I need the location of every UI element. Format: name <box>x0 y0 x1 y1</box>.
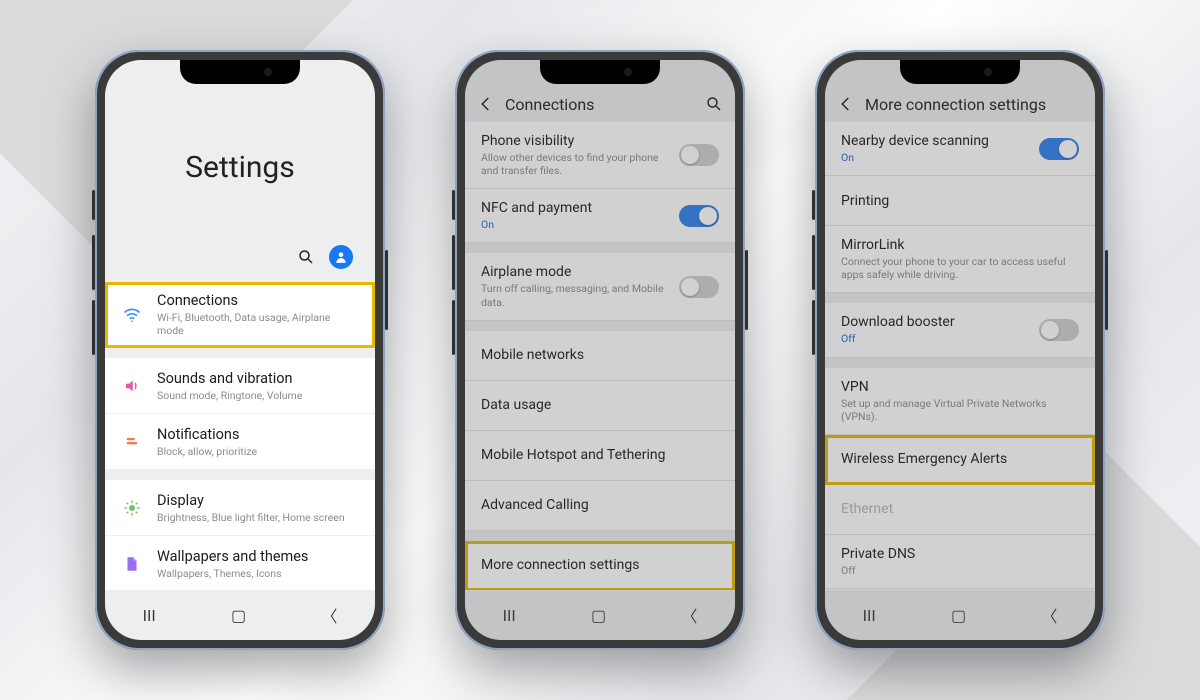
row-subtitle: Allow other devices to find your phone a… <box>481 151 667 177</box>
row-status: Off <box>841 332 1027 345</box>
row-title: Airplane mode <box>481 264 667 280</box>
nav-back[interactable]: 〈 <box>321 603 337 627</box>
tutorial-stage: Settings Connections Wi-Fi, Bluetooth, D <box>0 0 1200 700</box>
row-title: Private DNS <box>841 546 1079 562</box>
wallpapers-icon <box>121 555 143 573</box>
nav-recents[interactable]: II​I <box>143 606 156 625</box>
row-sounds[interactable]: Sounds and vibration Sound mode, Rington… <box>105 358 375 414</box>
display-icon <box>121 499 143 517</box>
row-title: Data usage <box>481 397 719 413</box>
settings-list: Connections Wi-Fi, Bluetooth, Data usage… <box>105 282 375 590</box>
notch <box>900 60 1020 84</box>
row-subtitle: Wi-Fi, Bluetooth, Data usage, Airplane m… <box>157 311 359 337</box>
header-bar: More connection settings <box>825 86 1095 122</box>
row-data-usage[interactable]: Data usage <box>465 381 735 431</box>
row-title: Phone visibility <box>481 133 667 149</box>
nav-recents[interactable]: II​I <box>863 606 876 625</box>
more-connection-list: Nearby device scanning On Printing Mirro… <box>825 122 1095 590</box>
row-title: Nearby device scanning <box>841 133 1027 149</box>
row-status: On <box>481 218 667 231</box>
phone-frame-2: Connections Phone visibility Allow other… <box>455 50 745 650</box>
phone-frame-1: Settings Connections Wi-Fi, Bluetooth, D <box>95 50 385 650</box>
header-title: More connection settings <box>865 95 1046 114</box>
row-nfc[interactable]: NFC and payment On <box>465 189 735 243</box>
row-title: Connections <box>157 292 359 309</box>
phone-frame-3: More connection settings Nearby device s… <box>815 50 1105 650</box>
row-title: VPN <box>841 379 1079 395</box>
row-download-booster[interactable]: Download booster Off <box>825 303 1095 357</box>
row-title: Download booster <box>841 314 1027 330</box>
toggle-phone-visibility[interactable] <box>679 144 719 166</box>
android-navbar: II​I ▢ 〈 <box>825 600 1095 630</box>
page-title: Settings <box>105 150 375 185</box>
row-wireless-emergency-alerts[interactable]: Wireless Emergency Alerts <box>825 435 1095 485</box>
toggle-airplane[interactable] <box>679 276 719 298</box>
row-ethernet: Ethernet <box>825 485 1095 535</box>
row-subtitle: Block, allow, prioritize <box>157 445 359 458</box>
row-airplane[interactable]: Airplane mode Turn off calling, messagin… <box>465 253 735 320</box>
row-status: On <box>841 151 1027 164</box>
row-private-dns[interactable]: Private DNS Off <box>825 535 1095 589</box>
row-more-connection-settings[interactable]: More connection settings <box>465 541 735 590</box>
row-hotspot[interactable]: Mobile Hotspot and Tethering <box>465 431 735 481</box>
row-title: Ethernet <box>841 501 1079 517</box>
nav-recents[interactable]: II​I <box>503 606 516 625</box>
row-phone-visibility[interactable]: Phone visibility Allow other devices to … <box>465 122 735 189</box>
nav-home[interactable]: ▢ <box>591 606 606 625</box>
nav-back[interactable]: 〈 <box>681 603 697 627</box>
row-title: Sounds and vibration <box>157 370 359 387</box>
row-display[interactable]: Display Brightness, Blue light filter, H… <box>105 480 375 536</box>
row-title: Wireless Emergency Alerts <box>841 451 1079 467</box>
toggle-nearby-scanning[interactable] <box>1039 138 1079 160</box>
wifi-icon <box>121 305 143 325</box>
row-printing[interactable]: Printing <box>825 176 1095 226</box>
row-subtitle: Turn off calling, messaging, and Mobile … <box>481 282 667 308</box>
back-icon[interactable] <box>477 95 495 113</box>
row-title: Mobile networks <box>481 347 719 363</box>
nav-back[interactable]: 〈 <box>1041 603 1057 627</box>
row-title: MirrorLink <box>841 237 1079 253</box>
sound-icon <box>121 377 143 395</box>
row-title: Advanced Calling <box>481 497 719 513</box>
row-connections[interactable]: Connections Wi-Fi, Bluetooth, Data usage… <box>105 282 375 348</box>
notifications-icon <box>121 435 143 449</box>
notch <box>180 60 300 84</box>
header-bar: Connections <box>465 86 735 122</box>
row-subtitle: Set up and manage Virtual Private Networ… <box>841 397 1079 423</box>
row-title: Mobile Hotspot and Tethering <box>481 447 719 463</box>
row-subtitle: Brightness, Blue light filter, Home scre… <box>157 511 359 524</box>
android-navbar: II​I ▢ 〈 <box>465 600 735 630</box>
toggle-download-booster[interactable] <box>1039 319 1079 341</box>
row-mirrorlink[interactable]: MirrorLink Connect your phone to your ca… <box>825 226 1095 293</box>
account-avatar[interactable] <box>329 245 353 269</box>
notch <box>540 60 660 84</box>
row-status: Off <box>841 564 1079 577</box>
header-title: Connections <box>505 95 594 114</box>
row-title: More connection settings <box>481 557 719 573</box>
row-title: Display <box>157 492 359 509</box>
row-title: Wallpapers and themes <box>157 548 359 565</box>
row-title: Printing <box>841 193 1079 209</box>
search-icon[interactable] <box>297 248 315 266</box>
toggle-nfc[interactable] <box>679 205 719 227</box>
nav-home[interactable]: ▢ <box>951 606 966 625</box>
nav-home[interactable]: ▢ <box>231 606 246 625</box>
back-icon[interactable] <box>837 95 855 113</box>
row-notifications[interactable]: Notifications Block, allow, prioritize <box>105 414 375 470</box>
row-mobile-networks[interactable]: Mobile networks <box>465 331 735 381</box>
row-subtitle: Wallpapers, Themes, Icons <box>157 567 359 580</box>
row-title: NFC and payment <box>481 200 667 216</box>
row-subtitle: Sound mode, Ringtone, Volume <box>157 389 359 402</box>
android-navbar: II​I ▢ 〈 <box>105 600 375 630</box>
row-title: Notifications <box>157 426 359 443</box>
row-wallpapers[interactable]: Wallpapers and themes Wallpapers, Themes… <box>105 536 375 592</box>
row-advanced-calling[interactable]: Advanced Calling <box>465 481 735 531</box>
connections-list: Phone visibility Allow other devices to … <box>465 122 735 590</box>
row-nearby-scanning[interactable]: Nearby device scanning On <box>825 122 1095 176</box>
row-vpn[interactable]: VPN Set up and manage Virtual Private Ne… <box>825 368 1095 435</box>
row-subtitle: Connect your phone to your car to access… <box>841 255 1079 281</box>
search-icon[interactable] <box>705 95 723 113</box>
